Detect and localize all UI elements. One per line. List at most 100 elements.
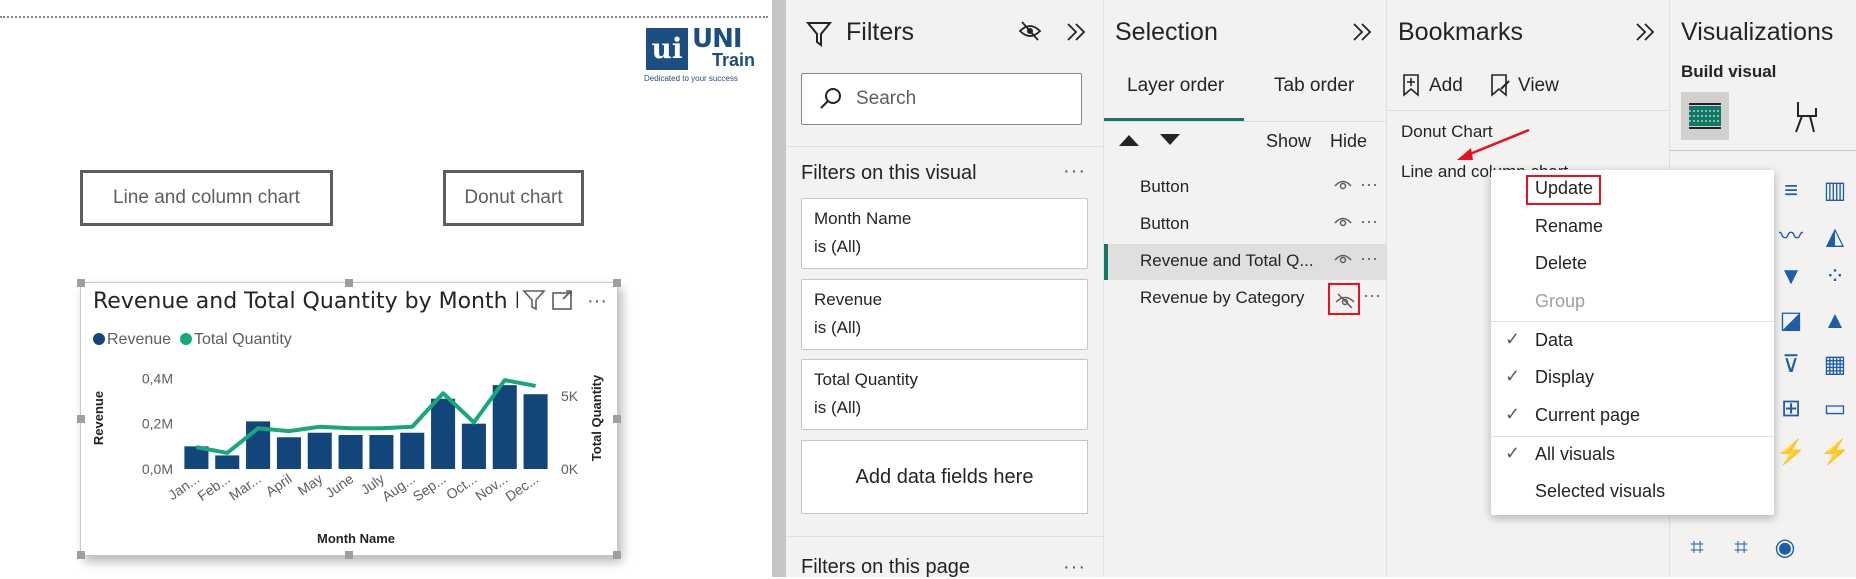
menu-item-selected-visuals[interactable]: Selected visuals (1491, 475, 1774, 511)
selection-item-selected[interactable]: Revenue and Total Q... ··· (1104, 244, 1386, 280)
selection-item-label: Revenue by Category (1140, 288, 1305, 307)
move-down-icon[interactable] (1158, 132, 1182, 148)
add-bookmark-icon (1403, 74, 1419, 97)
format-visual-icon[interactable] (1788, 98, 1824, 136)
selection-item[interactable]: Button ··· (1104, 207, 1386, 243)
y2-axis-title: Total Quantity (589, 374, 604, 461)
logo-mark: ui (646, 28, 688, 70)
collapse-icon[interactable] (1065, 22, 1087, 42)
x-tick-label: Feb... (194, 470, 233, 504)
tab-layer-order[interactable]: Layer order (1127, 75, 1224, 97)
area-chart-icon[interactable]: ◭ (1820, 222, 1850, 252)
menu-item-label: Rename (1535, 216, 1604, 236)
filters-search-input[interactable]: Search (801, 73, 1082, 125)
eye-hidden-icon[interactable] (1328, 283, 1360, 315)
x-tick-label: Oct... (443, 470, 480, 502)
checkmark-icon: ✓ (1505, 443, 1521, 463)
add-data-fields-dropzone[interactable]: Add data fields here (801, 440, 1088, 514)
selection-pane: Selection Layer order Tab order Show Hid… (1104, 0, 1387, 577)
add-bookmark-button[interactable]: Add (1429, 75, 1463, 97)
menu-item-delete[interactable]: Delete (1491, 247, 1774, 283)
azure-map-icon[interactable]: ▲ (1820, 306, 1850, 336)
custom-visual-icon[interactable]: ⌗ (1682, 533, 1712, 563)
menu-item-update[interactable]: Update (1491, 172, 1774, 208)
line-and-column-chart-button[interactable]: Line and column chart (80, 170, 333, 226)
more-options-icon[interactable]: ··· (1063, 556, 1086, 579)
clustered-bar-chart-icon[interactable]: ≡ (1776, 176, 1806, 206)
divider (1104, 121, 1386, 122)
filter-card-month-name[interactable]: Month Name is (All) (801, 198, 1088, 269)
y-tick-label: 0,0M (142, 461, 173, 477)
x-tick-label: June (322, 470, 356, 501)
eye-icon[interactable] (1334, 214, 1352, 233)
power-apps-icon[interactable]: ⚡ (1776, 438, 1806, 468)
filter-icon (806, 22, 832, 47)
slicer-icon[interactable]: ⊽ (1776, 350, 1806, 380)
x-tick-label: Aug... (379, 470, 418, 504)
build-visual-label: Build visual (1681, 62, 1777, 81)
menu-item-display[interactable]: ✓ Display (1491, 361, 1774, 397)
eye-hidden-icon[interactable] (1018, 20, 1042, 42)
donut-chart-button[interactable]: Donut chart (443, 170, 584, 226)
x-tick-label: April (263, 470, 295, 499)
collapse-icon[interactable] (1351, 22, 1373, 42)
menu-separator (1491, 321, 1774, 322)
x-tick-label: Dec... (502, 470, 541, 504)
x-tick-label: Nov... (472, 470, 510, 503)
move-up-icon[interactable] (1117, 132, 1141, 148)
custom-visual-icon[interactable]: ◉ (1770, 533, 1800, 563)
filter-card-total-quantity[interactable]: Total Quantity is (All) (801, 359, 1088, 430)
selection-item-label: Button (1140, 177, 1190, 196)
filled-map-icon[interactable]: ◪ (1776, 306, 1806, 336)
bar-revenue (307, 432, 332, 469)
line-column-chart-visual[interactable]: Revenue and Total Quantity by Month N ··… (77, 279, 621, 559)
y-tick-label: 0,4M (142, 370, 173, 386)
scatter-chart-icon[interactable]: ⁘ (1820, 262, 1850, 292)
x-tick-label: Mar... (226, 470, 264, 503)
menu-item-data[interactable]: ✓ Data (1491, 324, 1774, 360)
eye-icon[interactable] (1334, 251, 1352, 270)
menu-item-all-visuals[interactable]: ✓ All visuals (1491, 438, 1774, 474)
hide-all-button[interactable]: Hide (1330, 131, 1367, 152)
column-chart-icon[interactable]: ▥ (1820, 176, 1850, 206)
view-bookmark-button[interactable]: View (1518, 75, 1559, 97)
selection-item[interactable]: Button ··· (1104, 170, 1386, 206)
menu-item-current-page[interactable]: ✓ Current page (1491, 399, 1774, 435)
selected-indicator (1104, 244, 1108, 280)
logo-tagline: Dedicated to your success (644, 74, 738, 83)
filter-card-name: Month Name (814, 209, 912, 228)
search-placeholder: Search (856, 88, 917, 109)
bookmark-context-menu: Update Rename Delete Group ✓ Data ✓ Disp… (1491, 170, 1774, 515)
report-canvas[interactable]: ui UNI Train Dedicated to your success L… (0, 0, 772, 577)
bar-revenue (369, 435, 394, 469)
filter-card-name: Revenue (814, 290, 883, 309)
filters-on-visual-label: Filters on this visual (801, 162, 977, 184)
more-options-icon[interactable]: ··· (1063, 160, 1086, 183)
table-icon[interactable]: ▦ (1820, 350, 1850, 380)
menu-item-label: Update (1535, 178, 1594, 198)
more-options-icon[interactable]: ··· (1360, 248, 1378, 269)
line-chart-icon[interactable]: 〰 (1776, 222, 1806, 252)
view-bookmark-icon (1491, 74, 1510, 97)
custom-visual-icon[interactable]: ⌗ (1726, 533, 1756, 563)
eye-icon[interactable] (1334, 177, 1352, 196)
pane-splitter[interactable] (772, 0, 786, 577)
filter-card-revenue[interactable]: Revenue is (All) (801, 279, 1088, 350)
collapse-icon[interactable] (1634, 22, 1656, 42)
build-visual-tab[interactable] (1681, 92, 1729, 140)
table-grid-icon (1689, 103, 1721, 129)
power-automate-icon[interactable]: ⚡ (1820, 438, 1850, 468)
more-options-icon[interactable]: ··· (1363, 285, 1381, 306)
smart-narrative-icon[interactable]: ▭ (1820, 394, 1850, 424)
menu-item-label: Selected visuals (1535, 481, 1666, 501)
decomposition-tree-icon[interactable]: ⊞ (1776, 394, 1806, 424)
chart-plot: 0,4M 0,2M 0,0M 5K 0K Revenue Total Quantity Mon… (91, 370, 604, 546)
more-options-icon[interactable]: ··· (1360, 211, 1378, 232)
show-all-button[interactable]: Show (1266, 131, 1311, 152)
menu-item-rename[interactable]: Rename (1491, 210, 1774, 246)
tab-tab-order[interactable]: Tab order (1274, 75, 1354, 97)
funnel-chart-icon[interactable]: ▼ (1776, 262, 1806, 292)
more-options-icon[interactable]: ··· (1360, 174, 1378, 195)
bar-revenue (523, 394, 548, 469)
selection-item[interactable]: Revenue by Category ··· (1104, 281, 1386, 317)
